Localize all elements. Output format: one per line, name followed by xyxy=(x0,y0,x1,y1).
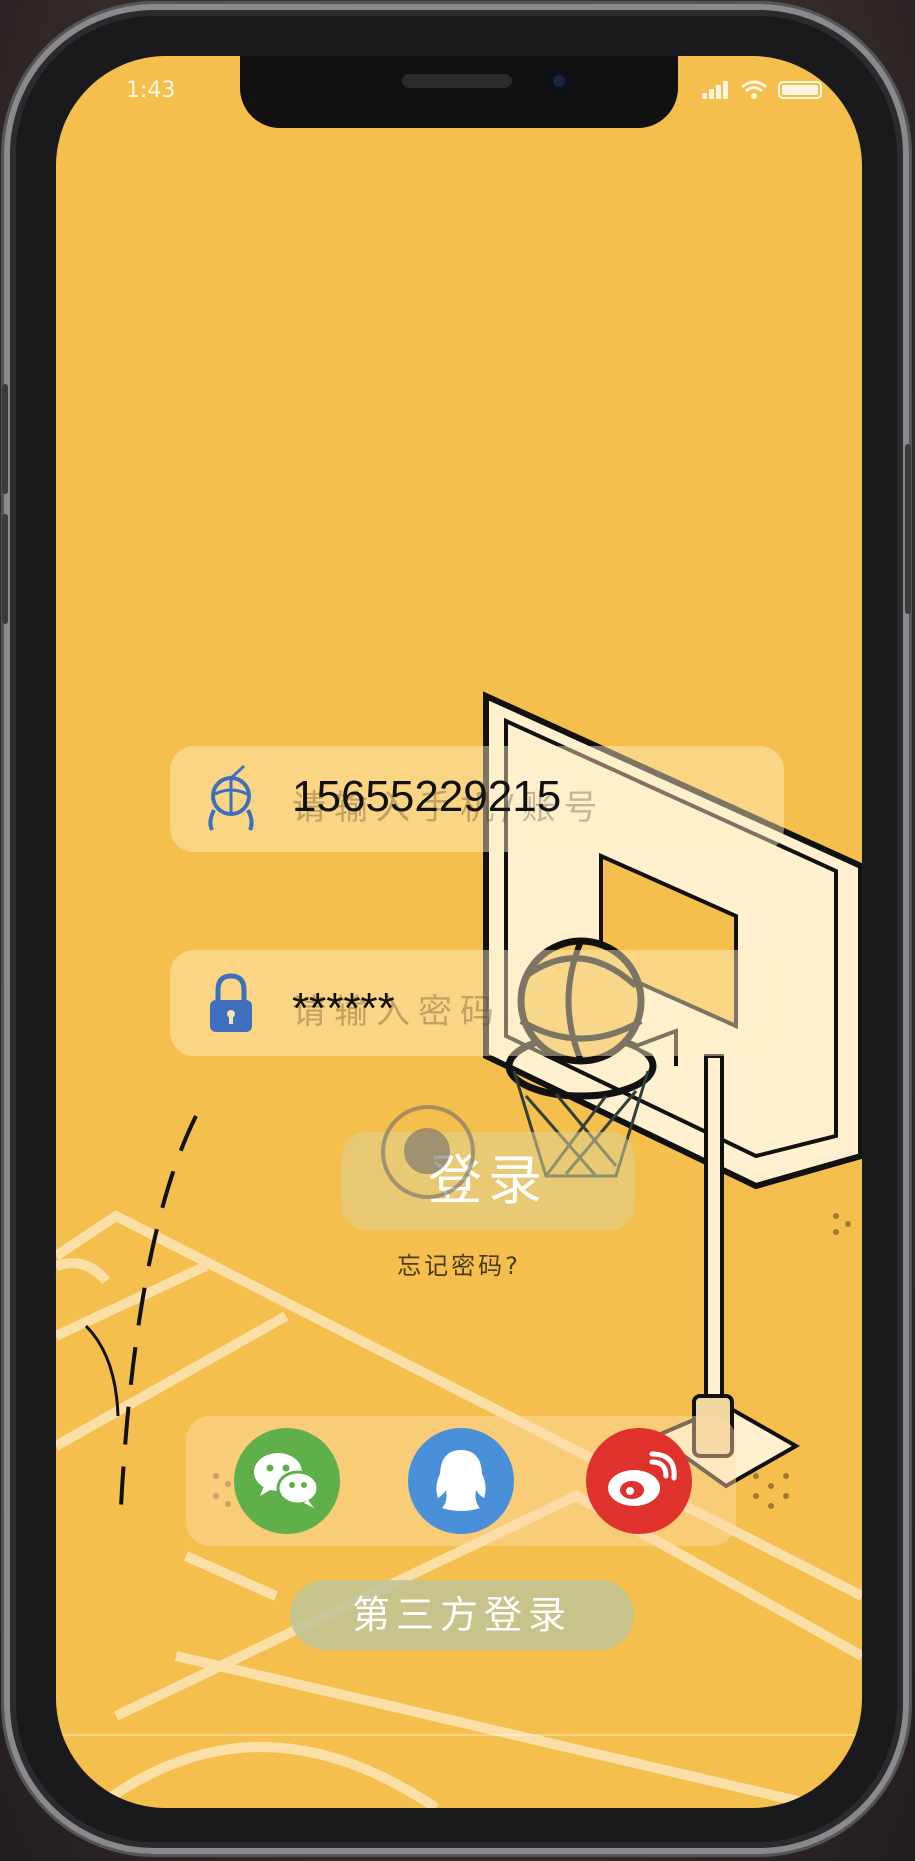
basketball-user-icon xyxy=(208,764,254,831)
signal-icon xyxy=(702,81,730,99)
side-button xyxy=(905,444,911,614)
weibo-icon xyxy=(608,1451,677,1506)
side-button xyxy=(2,514,8,624)
wechat-icon xyxy=(254,1453,320,1508)
touch-indicator-dot xyxy=(404,1128,450,1174)
password-input[interactable]: ****** xyxy=(292,984,395,1034)
third-party-login-bar xyxy=(186,1416,736,1546)
phone-frame: 1:43 请输入手机/账号 15655229215 请输入密码 ****** 登… xyxy=(2,4,911,1854)
forgot-password-link[interactable]: 忘记密码? xyxy=(56,1246,862,1281)
notch xyxy=(240,56,678,128)
speaker xyxy=(402,74,512,88)
lock-icon xyxy=(210,973,252,1032)
camera xyxy=(548,70,570,92)
third-party-login-label: 第三方登录 xyxy=(290,1580,634,1650)
wifi-icon xyxy=(741,80,767,99)
status-icons xyxy=(702,80,822,100)
password-field[interactable]: 请输入密码 ****** xyxy=(170,950,784,1056)
account-input[interactable]: 15655229215 xyxy=(292,772,561,822)
bottom-divider xyxy=(56,1734,862,1736)
qq-icon xyxy=(436,1450,486,1511)
status-time: 1:43 xyxy=(126,78,176,103)
qq-login-button[interactable] xyxy=(408,1428,514,1534)
weibo-login-button[interactable] xyxy=(586,1428,692,1534)
account-field[interactable]: 请输入手机/账号 15655229215 xyxy=(170,746,784,852)
side-button xyxy=(2,384,8,494)
screen: 1:43 请输入手机/账号 15655229215 请输入密码 ****** 登… xyxy=(56,56,862,1808)
wechat-login-button[interactable] xyxy=(234,1428,340,1534)
ball-trajectory xyxy=(119,1115,198,1507)
battery-icon xyxy=(778,81,822,99)
